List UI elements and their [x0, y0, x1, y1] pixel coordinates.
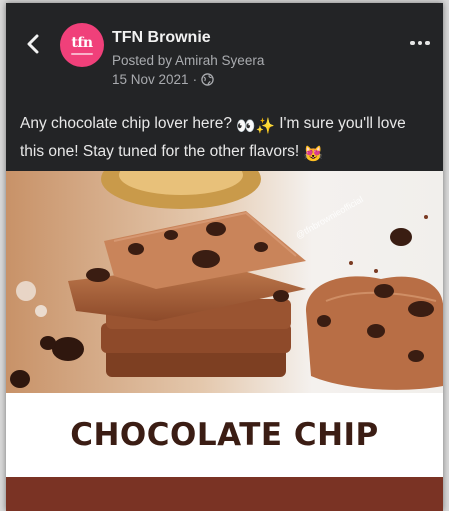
image-footer-bar	[6, 477, 443, 511]
more-dot-icon	[417, 40, 423, 46]
globe-icon	[201, 73, 214, 86]
avatar-logo-underline	[71, 52, 93, 55]
more-dot-icon	[410, 40, 415, 46]
page-name[interactable]: TFN Brownie	[112, 29, 211, 47]
posted-by-text: Posted by Amirah Syeera	[112, 53, 265, 68]
chevron-left-icon	[27, 34, 39, 54]
heart-eyes-cat-emoji: 😻	[303, 146, 323, 163]
image-banner: CHOCOLATE CHIP	[6, 393, 443, 477]
post-meta: 15 Nov 2021 ·	[112, 72, 214, 87]
back-button[interactable]	[20, 31, 46, 57]
post-caption: Any chocolate chip lover here? 👀✨ I'm su…	[20, 111, 432, 167]
avatar-logo-text: tfn	[71, 34, 93, 51]
banner-title: CHOCOLATE CHIP	[70, 417, 379, 453]
eyes-sparkles-emoji: 👀✨	[236, 118, 275, 135]
post-image[interactable]: @tfnbrownieofficial CHOCOLATE CHIP	[6, 171, 443, 511]
meta-separator: ·	[192, 72, 198, 87]
more-options-button[interactable]	[407, 33, 433, 53]
caption-text: Any chocolate chip lover here?	[20, 115, 237, 132]
cookie-photo: @tfnbrownieofficial	[6, 171, 443, 393]
post-card: tfn TFN Brownie Posted by Amirah Syeera …	[6, 3, 443, 511]
more-dot-icon	[425, 40, 430, 46]
post-date[interactable]: 15 Nov 2021	[112, 72, 189, 87]
post-header: tfn TFN Brownie Posted by Amirah Syeera …	[6, 3, 443, 99]
avatar[interactable]: tfn	[60, 23, 104, 67]
